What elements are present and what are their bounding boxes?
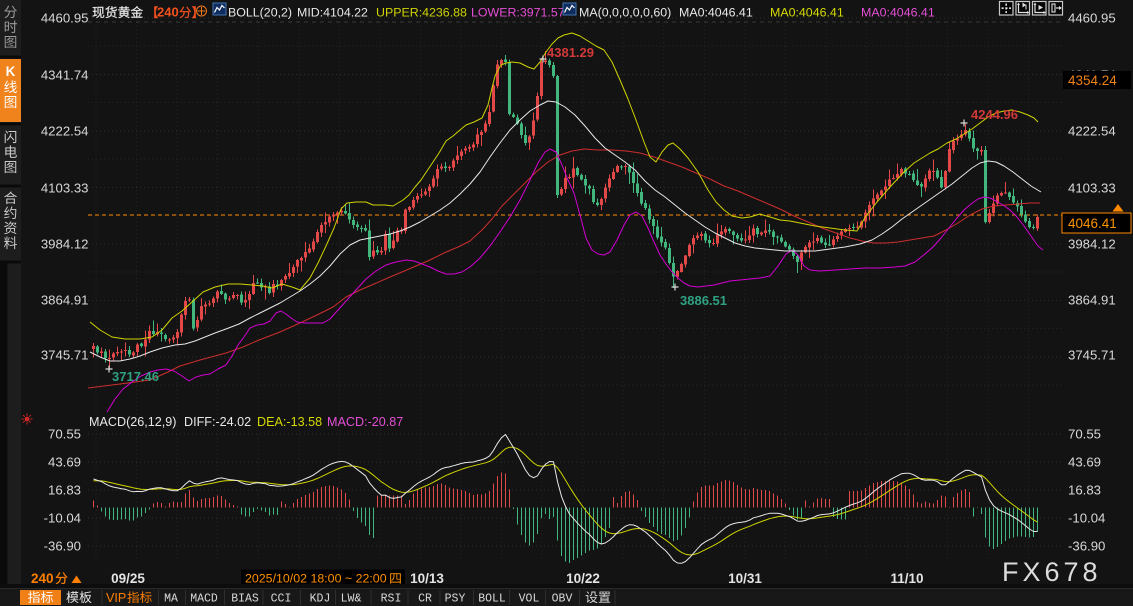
svg-text:DIFF:-24.02: DIFF:-24.02: [184, 415, 251, 429]
svg-text:PSY: PSY: [445, 593, 466, 606]
svg-text:70.55: 70.55: [1068, 426, 1101, 441]
svg-text:3984.12: 3984.12: [1068, 237, 1116, 252]
svg-text:-10.04: -10.04: [1068, 511, 1105, 526]
svg-text:MA0:4046.41: MA0:4046.41: [861, 6, 935, 20]
svg-text:43.69: 43.69: [1068, 454, 1101, 469]
svg-text:4222.54: 4222.54: [1068, 124, 1116, 139]
svg-text:CR: CR: [418, 593, 432, 606]
svg-text:3864.91: 3864.91: [41, 293, 89, 308]
svg-text:BIAS: BIAS: [231, 593, 259, 606]
svg-text:3864.91: 3864.91: [1068, 293, 1116, 308]
svg-text:4222.54: 4222.54: [41, 124, 89, 139]
svg-text:CCI: CCI: [271, 593, 292, 606]
svg-text:KDJ: KDJ: [310, 593, 331, 606]
svg-text:70.55: 70.55: [48, 426, 81, 441]
svg-text:4103.33: 4103.33: [41, 181, 89, 196]
svg-text:4046.41: 4046.41: [1068, 216, 1117, 231]
svg-text:4341.74: 4341.74: [41, 68, 89, 83]
svg-text:3886.51: 3886.51: [680, 293, 727, 308]
svg-text:VIP: VIP: [106, 591, 126, 605]
svg-text:3717.46: 3717.46: [112, 369, 159, 384]
svg-text:-36.90: -36.90: [1068, 539, 1105, 554]
svg-text:FX678: FX678: [1002, 557, 1102, 587]
svg-text:BOLL: BOLL: [478, 593, 506, 606]
svg-text:240: 240: [157, 5, 179, 20]
svg-text:MA(0,0,0,0,0,60): MA(0,0,0,0,0,60): [579, 6, 671, 20]
svg-text:OBV: OBV: [552, 593, 573, 606]
svg-text:10/13: 10/13: [410, 571, 444, 586]
svg-text:K: K: [6, 64, 16, 79]
svg-text:MA0:4046.41: MA0:4046.41: [679, 6, 753, 20]
svg-text:2025/10/02 18:00 ~ 22:00: 2025/10/02 18:00 ~ 22:00: [245, 572, 387, 586]
svg-text:MA0:4046.41: MA0:4046.41: [770, 6, 844, 20]
svg-text:4460.95: 4460.95: [41, 11, 89, 26]
svg-text:16.83: 16.83: [48, 483, 81, 498]
svg-text:LW&: LW&: [341, 593, 362, 606]
svg-text:MA: MA: [164, 593, 178, 606]
svg-text:VOL: VOL: [519, 593, 540, 606]
svg-text:3984.12: 3984.12: [41, 237, 89, 252]
svg-text:BOLL(20,2): BOLL(20,2): [228, 6, 292, 20]
svg-text:10/31: 10/31: [728, 571, 762, 586]
svg-text:MACD: MACD: [190, 593, 218, 606]
svg-text:4381.29: 4381.29: [547, 45, 594, 60]
svg-text:11/10: 11/10: [890, 571, 923, 586]
svg-text:-10.04: -10.04: [44, 511, 81, 526]
svg-text:UPPER:4236.88: UPPER:4236.88: [376, 6, 467, 20]
svg-text:MACD(26,12,9): MACD(26,12,9): [89, 415, 177, 429]
svg-text:MID:4104.22: MID:4104.22: [297, 6, 368, 20]
svg-text:LOWER:3971.57: LOWER:3971.57: [471, 6, 565, 20]
svg-text:3745.71: 3745.71: [41, 348, 89, 363]
svg-text:10/22: 10/22: [566, 571, 600, 586]
svg-text:3745.71: 3745.71: [1068, 348, 1116, 363]
svg-text:MACD:-20.87: MACD:-20.87: [327, 415, 403, 429]
svg-text:16.83: 16.83: [1068, 483, 1101, 498]
svg-text:240: 240: [31, 571, 54, 586]
svg-text:43.69: 43.69: [48, 454, 81, 469]
svg-text:4244.96: 4244.96: [971, 107, 1018, 122]
svg-text:-36.90: -36.90: [44, 539, 81, 554]
svg-text:RSI: RSI: [381, 593, 402, 606]
svg-text:DEA:-13.58: DEA:-13.58: [257, 415, 322, 429]
svg-text:4460.95: 4460.95: [1068, 11, 1116, 26]
svg-text:09/25: 09/25: [111, 571, 145, 586]
svg-text:4354.24: 4354.24: [1068, 73, 1117, 88]
svg-text:4103.33: 4103.33: [1068, 181, 1116, 196]
